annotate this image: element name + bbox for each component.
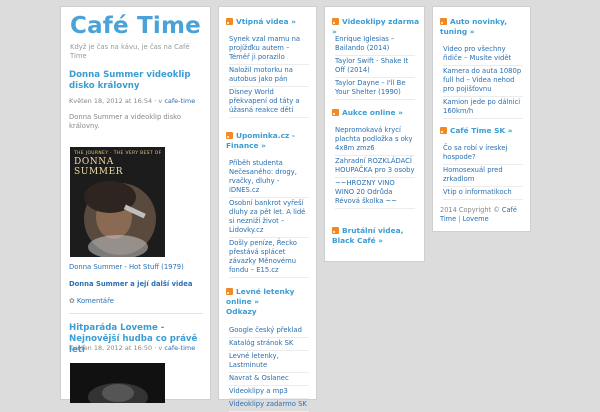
widget-title-auto[interactable]: Auto novinky, tuning »: [440, 17, 528, 37]
list-item[interactable]: Homosexuál pred zrkadlom: [443, 165, 523, 187]
list-item[interactable]: Videoklipy zadarmo SK: [229, 399, 309, 412]
song-link[interactable]: Donna Summer - Hot Stuff (1979): [69, 263, 184, 271]
footer-copyright: 2014 Copyright © Café Time | Loveme: [440, 206, 517, 223]
widget-list-odkazy: Google český překlad Katalóg stránok SK …: [229, 325, 309, 412]
widget-list-videoklipy: Enrique Iglesias – Bailando (2014) Taylo…: [335, 34, 415, 100]
widget-title-vtipna[interactable]: Vtipná videa »: [226, 17, 296, 27]
widget-title-levne[interactable]: Levné letenky online » Odkazy: [226, 287, 314, 317]
rss-icon[interactable]: [226, 18, 233, 25]
album-cover-name: DONNA SUMMER: [74, 157, 124, 177]
list-item[interactable]: Čo sa robí v íreskej hospode?: [443, 143, 523, 165]
main-content: Café Time Když je čas na kávu, je čas na…: [60, 6, 211, 403]
list-item[interactable]: Navrat & Oslanec: [229, 373, 309, 386]
site-title[interactable]: Café Time: [70, 13, 201, 39]
post-date: Květen 18, 2012 at 16:54: [69, 97, 153, 105]
list-item[interactable]: ~~HROZNY VINO WINO 20 Odrůda Révová škol…: [335, 178, 415, 209]
widget-list-aukce: Nepromokavá krycí plachta podložka s oky…: [335, 125, 415, 209]
list-item[interactable]: Levné letenky, Lastminute: [229, 351, 309, 373]
list-item[interactable]: Zahradní ROZKLÁDACÍ HOUPAČKA pro 3 osoby: [335, 156, 415, 178]
album-cover-image[interactable]: [70, 363, 165, 403]
widget-list-auto: Video pro všechny řidiče – Musíte vidět …: [443, 44, 523, 119]
list-item[interactable]: Nepromokavá krycí plachta podložka s oky…: [335, 125, 415, 156]
list-item[interactable]: Taylor Dayne – I'll Be Your Shelter (199…: [335, 78, 415, 100]
post-excerpt: Donna Summer a videoklip disko královny.: [69, 113, 182, 130]
list-item[interactable]: Kamera do auta 1080p full hd – Videa neh…: [443, 66, 523, 97]
rss-icon[interactable]: [226, 132, 233, 139]
widget-title-upominka[interactable]: Upominka.cz - Finance »: [226, 131, 314, 151]
list-item[interactable]: Enrique Iglesias – Bailando (2014): [335, 34, 415, 56]
widget-list-upominka: Příběh studenta Nečesaného: drogy, rvačk…: [229, 158, 309, 278]
footer-loveme-link[interactable]: Loveme: [463, 215, 489, 223]
post-date: Květen 18, 2012 at 16:50: [69, 344, 153, 352]
more-videos-link[interactable]: Donna Summer a její další videa: [69, 280, 192, 288]
post-author-link[interactable]: cafe-time: [164, 344, 195, 352]
sidebar-column-2: Videoklipy zdarma » Enrique Iglesias – B…: [324, 6, 425, 262]
list-item[interactable]: Kamion jede po dálnici 160km/h: [443, 97, 523, 119]
comments-link[interactable]: ✿ Komentáře: [69, 297, 114, 305]
list-item[interactable]: Disney World překvapení od táty a úžasná…: [229, 87, 309, 118]
sidebar-column-1: Vtipná videa » Synek vzal mamu na projíž…: [218, 6, 317, 412]
list-item[interactable]: Taylor Swift - Shake It Off (2014): [335, 56, 415, 78]
list-item[interactable]: Příběh studenta Nečesaného: drogy, rvačk…: [229, 158, 309, 198]
album-cover-subtitle: THE JOURNEY · THE VERY BEST OF: [74, 151, 162, 156]
list-item[interactable]: Synek vzal mamu na projížďku autem – Tém…: [229, 34, 309, 65]
widget-title-brutalni[interactable]: Brutální videa, Black Café »: [332, 226, 420, 246]
site-tagline: Když je čas na kávu, je čas na Café Time: [70, 43, 190, 60]
list-item[interactable]: Videoklipy a mp3: [229, 386, 309, 399]
sidebar-column-3: Auto novinky, tuning » Video pro všechny…: [432, 6, 531, 232]
rss-icon[interactable]: [440, 18, 447, 25]
post-title[interactable]: Donna Summer videoklip disko královny: [69, 70, 207, 92]
album-cover-image[interactable]: THE JOURNEY · THE VERY BEST OF DONNA SUM…: [70, 147, 165, 257]
post-meta: Květen 18, 2012 at 16:54 · v cafe-time: [69, 97, 196, 105]
list-item[interactable]: Video pro všechny řidiče – Musíte vidět: [443, 44, 523, 66]
list-item[interactable]: Vtip o informatikoch: [443, 187, 523, 200]
rss-icon[interactable]: [226, 288, 233, 295]
post-divider: [69, 313, 203, 314]
widget-list-cafesk: Čo sa robí v íreskej hospode? Homosexuál…: [443, 143, 523, 200]
widget-title-cafesk[interactable]: Café Time SK »: [440, 126, 512, 136]
comment-icon: ✿: [69, 297, 75, 305]
post-author-link[interactable]: cafe-time: [164, 97, 195, 105]
rss-icon[interactable]: [332, 109, 339, 116]
rss-icon[interactable]: [332, 18, 339, 25]
rss-icon[interactable]: [440, 127, 447, 134]
list-item[interactable]: Osobní bankrot vyřeší dluhy za pět let. …: [229, 198, 309, 238]
post-meta: Květen 18, 2012 at 16:50 · v cafe-time: [69, 344, 196, 352]
list-item[interactable]: Katalóg stránok SK: [229, 338, 309, 351]
list-item[interactable]: Došly peníze, Řecko přestává splácet záv…: [229, 238, 309, 278]
widget-list-vtipna: Synek vzal mamu na projížďku autem – Tém…: [229, 34, 309, 118]
list-item[interactable]: Naložil motorku na autobus jako pán: [229, 65, 309, 87]
rss-icon[interactable]: [332, 227, 339, 234]
list-item[interactable]: Google český překlad: [229, 325, 309, 338]
widget-title-aukce[interactable]: Aukce online »: [332, 108, 403, 118]
